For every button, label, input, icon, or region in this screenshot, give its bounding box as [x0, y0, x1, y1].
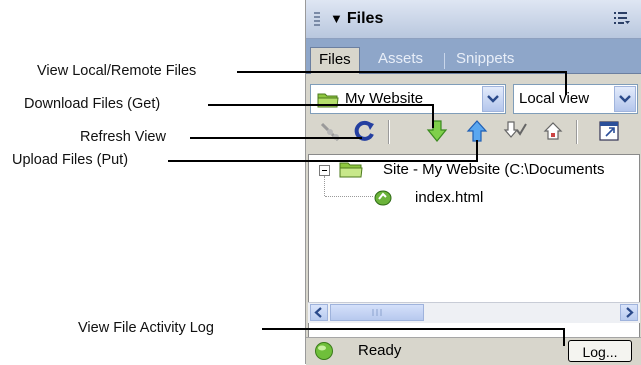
- callout-activity-log: View File Activity Log: [78, 320, 214, 336]
- collapse-triangle-icon[interactable]: ▼: [330, 11, 343, 26]
- view-select[interactable]: Local view: [513, 84, 638, 114]
- view-select-value: Local view: [519, 90, 590, 107]
- callout-download: Download Files (Get): [24, 96, 161, 112]
- check-out-icon[interactable]: [502, 118, 528, 144]
- tree-file-label[interactable]: index.html: [415, 189, 483, 206]
- tree-collapse-toggle[interactable]: [319, 165, 330, 176]
- download-get-icon[interactable]: [424, 118, 450, 144]
- check-in-icon[interactable]: [540, 118, 566, 144]
- html-file-icon: [374, 190, 392, 206]
- site-folder-icon: [339, 162, 363, 178]
- chevron-down-icon[interactable]: [482, 86, 504, 112]
- leader-line: [476, 140, 478, 162]
- panel-tabstrip: Files Assets Snippets: [306, 39, 641, 74]
- status-text: Ready: [358, 342, 402, 359]
- files-toolbar: [306, 115, 641, 149]
- panel-title[interactable]: ▼ Files: [330, 10, 383, 28]
- tree-root-label[interactable]: Site - My Website (C:\Documents: [383, 161, 604, 178]
- panel-title-text: Files: [346, 10, 384, 27]
- files-panel: ▼ Files Files Assets Snippets My Website …: [305, 0, 641, 365]
- tree-connector: [325, 196, 373, 198]
- tab-files[interactable]: Files: [310, 47, 360, 74]
- site-select[interactable]: My Website: [310, 84, 506, 114]
- leader-line: [563, 328, 565, 346]
- connect-icon[interactable]: [318, 118, 344, 144]
- refresh-icon[interactable]: [352, 118, 378, 144]
- horizontal-scrollbar[interactable]: [308, 302, 640, 323]
- log-button[interactable]: Log...: [568, 340, 632, 362]
- toolbar-divider: [388, 120, 390, 144]
- tab-divider: [444, 53, 445, 69]
- scroll-left-arrow[interactable]: [310, 304, 328, 321]
- leader-line: [237, 71, 567, 73]
- leader-line: [190, 137, 362, 139]
- leader-line: [208, 104, 434, 106]
- callout-view-local-remote: View Local/Remote Files: [37, 63, 197, 79]
- toolbar-divider: [576, 120, 578, 144]
- callout-upload: Upload Files (Put): [12, 152, 129, 168]
- tab-assets[interactable]: Assets: [370, 47, 431, 73]
- leader-line: [262, 328, 565, 330]
- expand-panel-icon[interactable]: [596, 118, 622, 144]
- leader-line: [168, 160, 478, 162]
- callout-refresh: Refresh View: [80, 129, 166, 145]
- tab-snippets[interactable]: Snippets: [448, 47, 522, 73]
- scroll-right-arrow[interactable]: [620, 304, 638, 321]
- leader-line: [432, 104, 434, 128]
- status-bar: Ready Log...: [306, 337, 641, 365]
- tree-connector: [324, 176, 326, 196]
- status-ok-icon: [315, 342, 333, 360]
- leader-line: [565, 71, 567, 95]
- panel-titlebar[interactable]: ▼ Files: [306, 0, 641, 39]
- scroll-thumb[interactable]: [330, 304, 424, 321]
- drag-grip[interactable]: [314, 12, 320, 28]
- options-menu-icon[interactable]: [614, 11, 630, 25]
- chevron-down-icon[interactable]: [614, 86, 636, 112]
